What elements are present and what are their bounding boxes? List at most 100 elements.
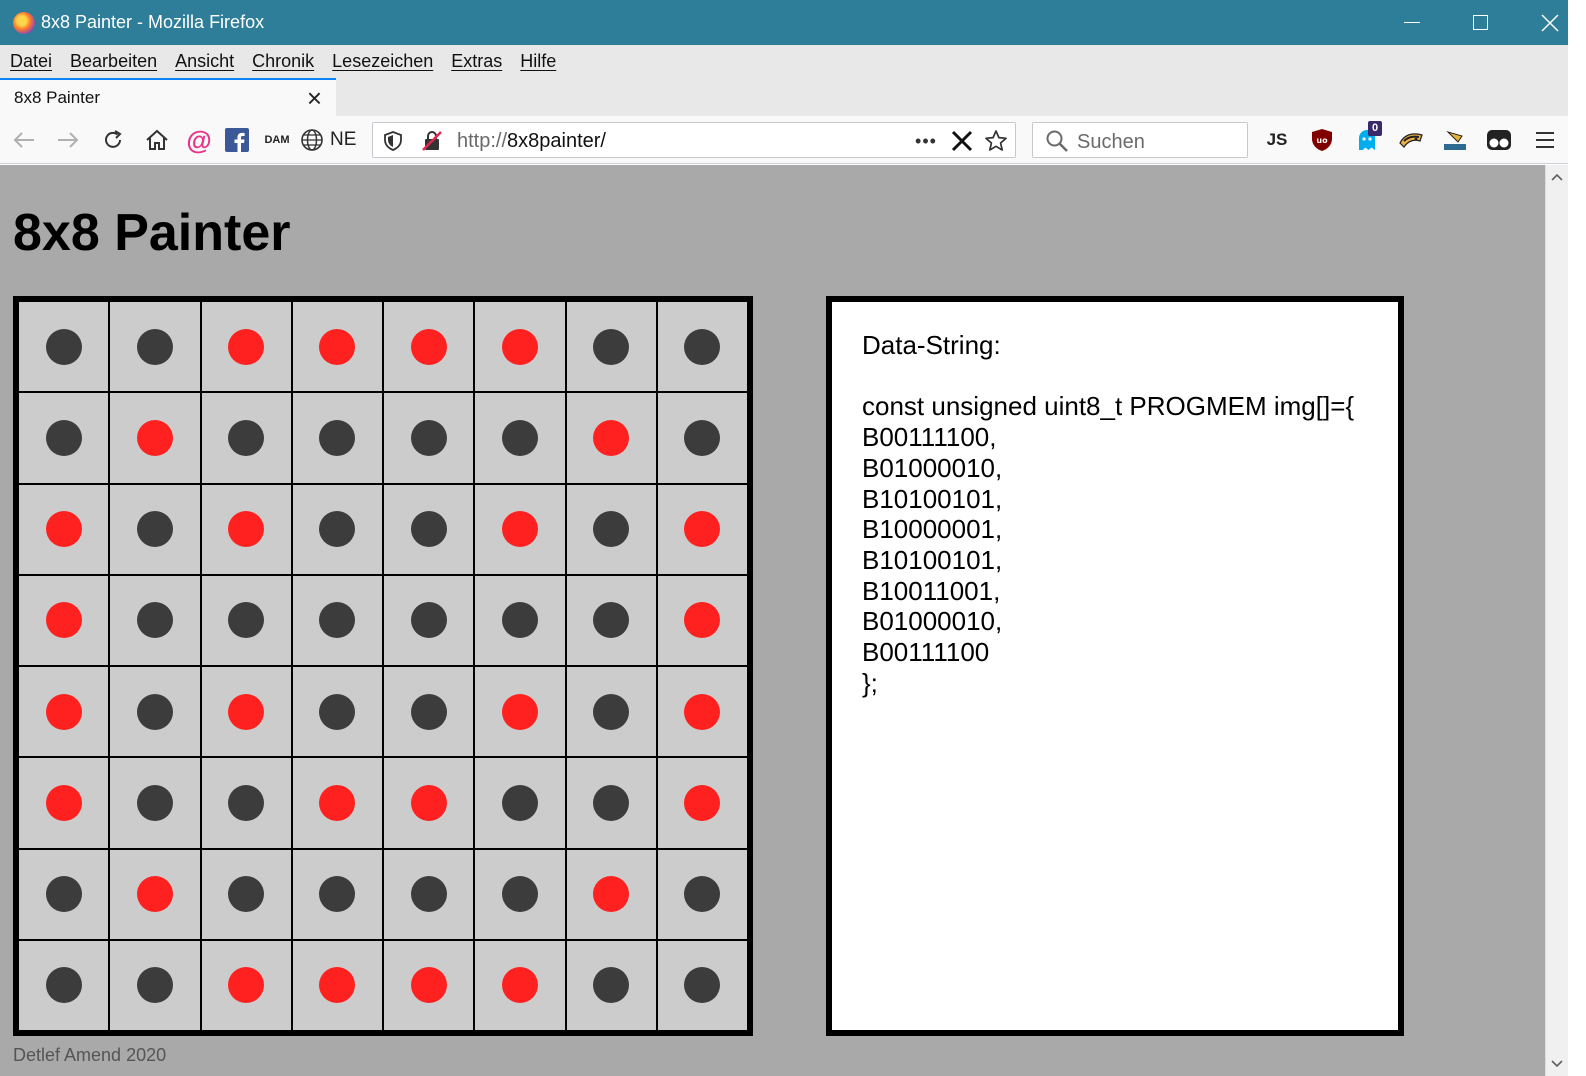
scroll-up-arrow-icon[interactable] [1546, 165, 1568, 189]
bookmark-dam-icon[interactable]: DAM [262, 124, 292, 156]
led-cell-r3-c8[interactable] [657, 484, 747, 574]
bookmark-facebook-button[interactable] [224, 124, 250, 156]
minimize-button[interactable] [1378, 0, 1446, 45]
led-cell-r5-c7[interactable] [566, 667, 656, 757]
led-cell-r3-c2[interactable] [110, 484, 200, 574]
led-cell-r3-c7[interactable] [566, 484, 656, 574]
led-cell-r7-c2[interactable] [110, 849, 200, 939]
led-cell-r2-c6[interactable] [475, 393, 565, 483]
bookmark-ne-button[interactable]: NE [300, 124, 362, 156]
led-cell-r2-c1[interactable] [19, 393, 109, 483]
led-cell-r2-c8[interactable] [657, 393, 747, 483]
led-cell-r5-c2[interactable] [110, 667, 200, 757]
menu-hilfe[interactable]: Hilfe [520, 51, 556, 72]
led-cell-r6-c8[interactable] [657, 758, 747, 848]
led-cell-r3-c3[interactable] [201, 484, 291, 574]
led-cell-r4-c8[interactable] [657, 575, 747, 665]
page-actions-more-icon[interactable]: ••• [909, 125, 943, 157]
led-cell-r1-c1[interactable] [19, 302, 109, 392]
tracking-protection-shield-icon[interactable] [381, 125, 405, 157]
bookmark-star-button[interactable] [981, 125, 1011, 157]
led-cell-r7-c1[interactable] [19, 849, 109, 939]
led-cell-r5-c3[interactable] [201, 667, 291, 757]
led-cell-r1-c7[interactable] [566, 302, 656, 392]
privacy-badger-extension-icon[interactable] [1396, 124, 1426, 156]
led-cell-r1-c2[interactable] [110, 302, 200, 392]
led-cell-r4-c3[interactable] [201, 575, 291, 665]
js-toggle-extension-icon[interactable]: JS [1262, 124, 1292, 156]
led-cell-r7-c8[interactable] [657, 849, 747, 939]
led-cell-r2-c3[interactable] [201, 393, 291, 483]
led-cell-r7-c6[interactable] [475, 849, 565, 939]
led-cell-r1-c4[interactable] [292, 302, 382, 392]
led-cell-r8-c4[interactable] [292, 940, 382, 1030]
maximize-button[interactable] [1446, 0, 1514, 45]
led-cell-r1-c8[interactable] [657, 302, 747, 392]
led-cell-r4-c6[interactable] [475, 575, 565, 665]
insecure-connection-icon[interactable] [419, 125, 445, 157]
download-extension-icon[interactable] [1440, 124, 1470, 156]
led-cell-r7-c4[interactable] [292, 849, 382, 939]
led-cell-r5-c8[interactable] [657, 667, 747, 757]
led-cell-r5-c4[interactable] [292, 667, 382, 757]
led-cell-r8-c8[interactable] [657, 940, 747, 1030]
led-cell-r1-c3[interactable] [201, 302, 291, 392]
stop-loading-button[interactable] [947, 125, 977, 157]
led-cell-r8-c6[interactable] [475, 940, 565, 1030]
ghostery-extension-button[interactable]: 0 [1352, 121, 1383, 156]
led-cell-r6-c4[interactable] [292, 758, 382, 848]
vertical-scrollbar[interactable] [1545, 165, 1568, 1076]
led-cell-r6-c2[interactable] [110, 758, 200, 848]
led-cell-r4-c4[interactable] [292, 575, 382, 665]
led-cell-r8-c1[interactable] [19, 940, 109, 1030]
led-cell-r8-c3[interactable] [201, 940, 291, 1030]
home-button[interactable] [141, 124, 173, 156]
led-cell-r1-c5[interactable] [384, 302, 474, 392]
led-cell-r6-c3[interactable] [201, 758, 291, 848]
led-cell-r8-c5[interactable] [384, 940, 474, 1030]
led-cell-r1-c6[interactable] [475, 302, 565, 392]
reload-button[interactable] [97, 124, 129, 156]
tampermonkey-extension-icon[interactable] [1484, 124, 1514, 156]
menu-datei[interactable]: Datei [10, 51, 52, 72]
led-cell-r2-c2[interactable] [110, 393, 200, 483]
menu-lesezeichen[interactable]: Lesezeichen [332, 51, 433, 72]
back-button[interactable] [8, 124, 40, 156]
search-bar[interactable]: Suchen [1032, 122, 1248, 158]
forward-button[interactable] [52, 124, 84, 156]
url-text[interactable]: http://8x8painter/ [457, 130, 606, 153]
led-cell-r5-c5[interactable] [384, 667, 474, 757]
led-cell-r3-c5[interactable] [384, 484, 474, 574]
led-cell-r7-c7[interactable] [566, 849, 656, 939]
led-cell-r7-c5[interactable] [384, 849, 474, 939]
led-cell-r4-c1[interactable] [19, 575, 109, 665]
led-cell-r2-c4[interactable] [292, 393, 382, 483]
menu-bearbeiten[interactable]: Bearbeiten [70, 51, 157, 72]
led-cell-r6-c5[interactable] [384, 758, 474, 848]
menu-extras[interactable]: Extras [451, 51, 502, 72]
led-cell-r3-c1[interactable] [19, 484, 109, 574]
led-cell-r6-c1[interactable] [19, 758, 109, 848]
led-cell-r7-c3[interactable] [201, 849, 291, 939]
hamburger-menu-button[interactable] [1530, 124, 1560, 156]
led-cell-r6-c7[interactable] [566, 758, 656, 848]
led-cell-r5-c1[interactable] [19, 667, 109, 757]
led-cell-r4-c2[interactable] [110, 575, 200, 665]
led-cell-r3-c6[interactable] [475, 484, 565, 574]
led-cell-r6-c6[interactable] [475, 758, 565, 848]
led-cell-r2-c7[interactable] [566, 393, 656, 483]
led-cell-r8-c2[interactable] [110, 940, 200, 1030]
led-cell-r3-c4[interactable] [292, 484, 382, 574]
tab-8x8-painter[interactable]: 8x8 Painter × [0, 78, 336, 116]
bookmark-mail-icon[interactable]: @ [184, 124, 214, 156]
tab-close-icon[interactable]: × [307, 84, 322, 112]
url-bar[interactable]: http://8x8painter/ ••• [372, 122, 1016, 158]
menu-ansicht[interactable]: Ansicht [175, 51, 234, 72]
menu-chronik[interactable]: Chronik [252, 51, 314, 72]
led-cell-r8-c7[interactable] [566, 940, 656, 1030]
led-cell-r4-c7[interactable] [566, 575, 656, 665]
led-cell-r4-c5[interactable] [384, 575, 474, 665]
ublock-extension-icon[interactable]: uo [1308, 124, 1336, 156]
led-cell-r5-c6[interactable] [475, 667, 565, 757]
led-cell-r2-c5[interactable] [384, 393, 474, 483]
